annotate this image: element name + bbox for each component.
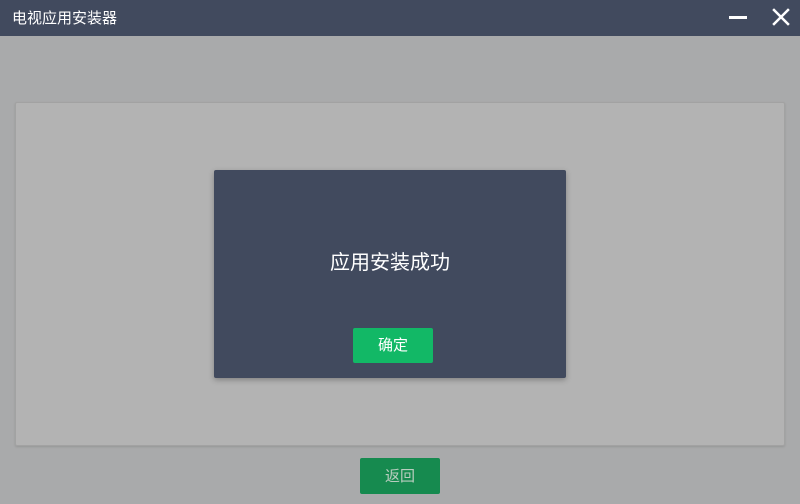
- back-button[interactable]: 返回: [360, 458, 440, 494]
- dialog-message: 应用安装成功: [330, 250, 450, 274]
- minimize-icon: [729, 16, 747, 19]
- minimize-button[interactable]: [720, 0, 756, 36]
- close-button[interactable]: [763, 0, 799, 36]
- close-icon: [772, 8, 790, 26]
- success-dialog: 应用安装成功 确定: [214, 170, 566, 378]
- window-title: 电视应用安装器: [12, 9, 118, 27]
- confirm-button[interactable]: 确定: [353, 328, 433, 363]
- title-bar: 电视应用安装器: [0, 0, 800, 36]
